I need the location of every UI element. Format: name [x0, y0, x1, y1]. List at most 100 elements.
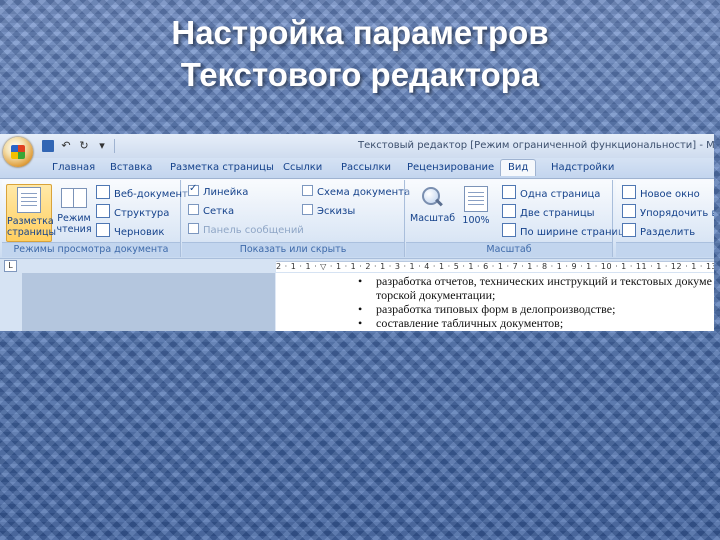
- tab-page-layout[interactable]: Разметка страницы: [170, 162, 274, 173]
- zoom-100-button[interactable]: 100%: [454, 184, 498, 240]
- bullet-2: •: [358, 302, 363, 316]
- horizontal-ruler[interactable]: 2 · 1 · 1 · ▽ · 1 · 1 · 2 · 1 · 3 · 1 · …: [276, 261, 714, 272]
- group-label-window: [616, 242, 714, 257]
- quick-access-toolbar: ↶ ↻ ▾: [42, 139, 115, 153]
- doc-line-3: разработка типовых форм в делопроизводст…: [376, 302, 616, 316]
- qat-dropdown-icon[interactable]: ▾: [96, 140, 108, 152]
- two-pages-label: Две страницы: [520, 208, 595, 219]
- tab-home[interactable]: Главная: [52, 162, 95, 173]
- outline-label: Структура: [114, 208, 170, 219]
- slide-title-line1: Настройка параметров: [171, 14, 549, 51]
- grid-check-icon: [188, 204, 199, 215]
- ruler-checkbox[interactable]: Линейка: [188, 182, 249, 199]
- message-bar-label: Панель сообщений: [203, 225, 304, 236]
- new-window-icon: [622, 185, 636, 199]
- arrange-all-icon: [622, 204, 636, 218]
- reading-label-2: чтения: [56, 224, 92, 235]
- tab-addins[interactable]: Надстройки: [551, 162, 614, 173]
- reading-view-button[interactable]: Режим чтения: [52, 184, 96, 240]
- page-width-button[interactable]: По ширине страницы: [502, 223, 633, 238]
- bullet-1: •: [358, 274, 363, 288]
- message-bar-checkbox: Панель сообщений: [188, 223, 304, 237]
- magnifier-icon: [420, 186, 444, 210]
- arrange-all-label: Упорядочить вс: [640, 208, 714, 219]
- grid-checkbox[interactable]: Сетка: [188, 204, 234, 218]
- web-layout-icon: [96, 185, 110, 199]
- group-label-zoom: Масштаб: [406, 242, 612, 257]
- web-view-label: Веб-документ: [114, 189, 188, 200]
- document-page[interactable]: • разработка отчетов, технических инстру…: [276, 273, 714, 331]
- one-page-button[interactable]: Одна страница: [502, 185, 601, 200]
- doc-line-4: составление табличных документов;: [376, 316, 564, 330]
- new-window-label: Новое окно: [640, 189, 700, 200]
- vertical-ruler: [0, 273, 23, 331]
- arrange-all-button[interactable]: Упорядочить вс: [622, 204, 714, 219]
- zoom-100-label: 100%: [462, 215, 490, 226]
- ruler-label: Линейка: [203, 187, 249, 198]
- grid-label: Сетка: [203, 206, 235, 217]
- ruler-bar: L 2 · 1 · 1 · ▽ · 1 · 1 · 2 · 1 · 3 · 1 …: [0, 258, 714, 273]
- document-gray-area: [22, 273, 275, 331]
- tab-references[interactable]: Ссылки: [283, 162, 322, 173]
- reading-icon: [61, 186, 87, 210]
- word-screenshot: ↶ ↻ ▾ Текстовый редактор [Режим ограниче…: [0, 134, 714, 331]
- page-layout-icon: [17, 187, 41, 213]
- ribbon-tabs: Главная Вставка Разметка страницы Ссылки…: [0, 158, 714, 178]
- qat-divider: [114, 139, 115, 153]
- outline-icon: [96, 204, 110, 218]
- split-icon: [622, 223, 636, 237]
- two-pages-button[interactable]: Две страницы: [502, 204, 595, 219]
- zoom-label: Масштаб: [410, 213, 456, 224]
- slide-title: Настройка параметров Текстового редактор…: [0, 12, 720, 96]
- doc-map-label: Схема документа: [317, 187, 411, 198]
- office-button[interactable]: [3, 137, 33, 167]
- ruler-check-icon: [188, 182, 199, 196]
- message-bar-check-icon: [188, 223, 199, 234]
- page-layout-label-1: Разметка: [7, 216, 54, 227]
- draft-icon: [96, 223, 110, 237]
- group-label-show-hide: Показать или скрыть: [182, 242, 404, 257]
- undo-icon[interactable]: ↶: [60, 140, 72, 152]
- tab-review[interactable]: Рецензирование: [407, 162, 494, 173]
- reading-label-1: Режим: [57, 213, 91, 224]
- tab-selector-button[interactable]: L: [4, 260, 17, 272]
- one-page-icon: [502, 185, 516, 199]
- group-zoom: Масштаб 100% Одна страница Две страницы …: [406, 180, 633, 257]
- group-window: Новое окно Упорядочить вс Разделить: [616, 180, 714, 257]
- draft-label: Черновик: [114, 227, 165, 238]
- new-window-button[interactable]: Новое окно: [622, 185, 700, 200]
- redo-icon[interactable]: ↻: [78, 140, 90, 152]
- one-page-label: Одна страница: [520, 189, 601, 200]
- thumbnails-label: Эскизы: [317, 206, 356, 217]
- draft-view-button[interactable]: Черновик: [96, 223, 165, 238]
- doc-line-1: разработка отчетов, технических инструкц…: [376, 274, 712, 288]
- group-show-hide: Линейка Сетка Панель сообщений Схема док…: [182, 180, 410, 257]
- split-label: Разделить: [640, 227, 696, 238]
- web-view-button[interactable]: Веб-документ: [96, 185, 188, 200]
- tab-insert[interactable]: Вставка: [110, 162, 152, 173]
- page-layout-view-button[interactable]: Разметка страницы: [6, 184, 56, 242]
- office-logo-icon: [11, 145, 25, 159]
- save-icon[interactable]: [42, 140, 54, 152]
- split-button[interactable]: Разделить: [622, 223, 696, 238]
- doc-map-check-icon: [302, 185, 313, 196]
- window-title: Текстовый редактор [Режим ограниченной ф…: [358, 140, 714, 151]
- tab-view[interactable]: Вид: [500, 159, 537, 176]
- two-pages-icon: [502, 204, 516, 218]
- outline-view-button[interactable]: Структура: [96, 204, 170, 219]
- page-layout-label-2: страницы: [7, 227, 56, 238]
- page-100-icon: [464, 186, 488, 212]
- doc-line-2: торской документации;: [376, 288, 496, 302]
- zoom-button[interactable]: Масштаб: [410, 184, 456, 240]
- group-label-views: Режимы просмотра документа: [2, 242, 180, 257]
- thumbnails-check-icon: [302, 204, 313, 215]
- thumbnails-checkbox[interactable]: Эскизы: [302, 204, 355, 218]
- bullet-3: •: [358, 316, 363, 330]
- slide-title-line2: Текстового редактора: [180, 56, 540, 93]
- doc-map-checkbox[interactable]: Схема документа: [302, 185, 410, 199]
- title-bar: ↶ ↻ ▾ Текстовый редактор [Режим ограниче…: [0, 134, 714, 158]
- group-document-views: Разметка страницы Режим чтения Веб-докум…: [2, 180, 188, 257]
- tab-mailings[interactable]: Рассылки: [341, 162, 391, 173]
- page-width-icon: [502, 223, 516, 237]
- ribbon: Разметка страницы Режим чтения Веб-докум…: [0, 178, 714, 259]
